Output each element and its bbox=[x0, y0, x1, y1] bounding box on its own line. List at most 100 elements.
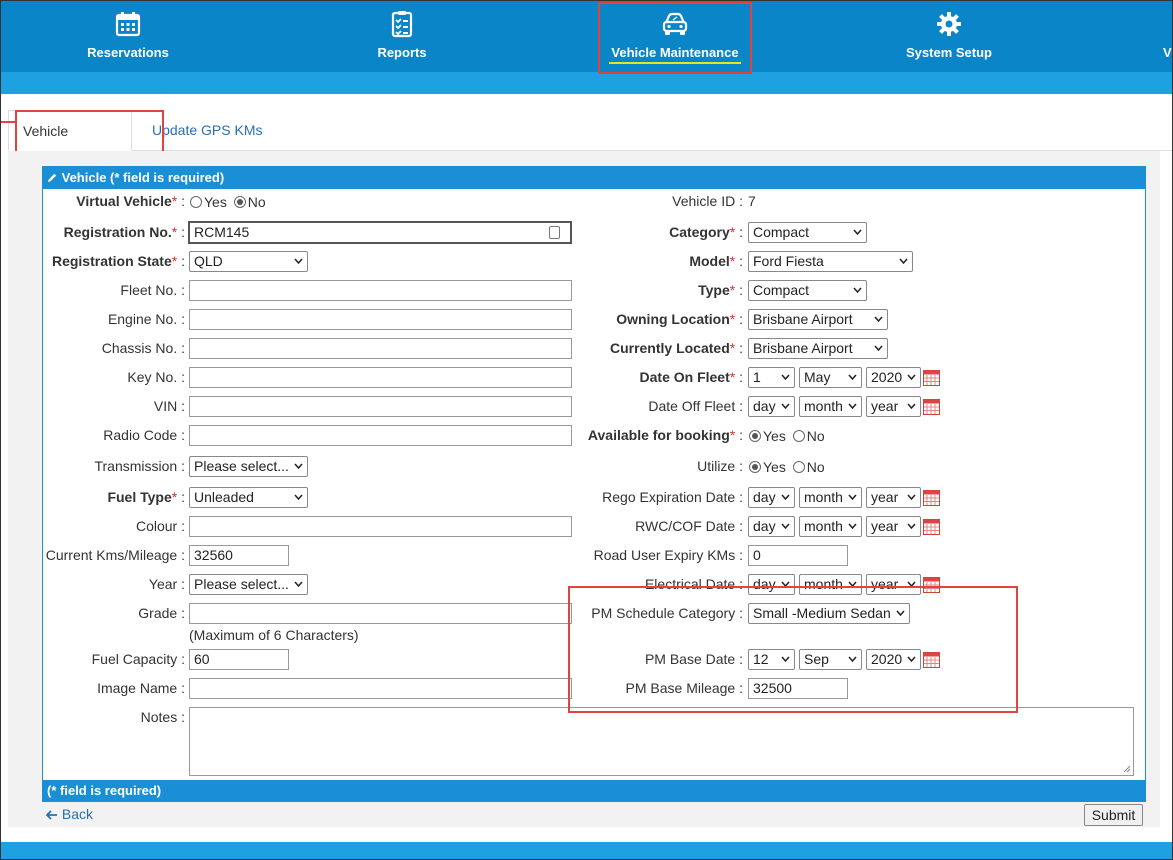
rwc-year-value: year bbox=[871, 518, 899, 534]
chassis-no-label: Chassis No. : bbox=[101, 340, 185, 356]
model-select[interactable]: Ford Fiesta bbox=[748, 251, 913, 272]
submit-button[interactable]: Submit bbox=[1084, 804, 1143, 826]
chevron-down-icon bbox=[899, 258, 908, 264]
virtual-vehicle-label: Virtual Vehicle* : bbox=[76, 193, 185, 209]
rego-day-select[interactable]: day bbox=[748, 487, 795, 508]
resize-grip-icon[interactable] bbox=[1123, 765, 1131, 773]
utilize-yes-radio[interactable] bbox=[749, 461, 761, 473]
highlight-box-nav bbox=[598, 2, 752, 74]
image-name-input[interactable] bbox=[189, 678, 572, 699]
owning-location-value: Brisbane Airport bbox=[753, 311, 853, 327]
rego-day-value: day bbox=[753, 489, 776, 505]
current-kms-input[interactable]: 32560 bbox=[189, 545, 289, 566]
chassis-no-input[interactable] bbox=[189, 338, 572, 359]
rwc-year-select[interactable]: year bbox=[866, 516, 921, 537]
fleet-no-input[interactable] bbox=[189, 280, 572, 301]
fuel-capacity-input[interactable]: 60 bbox=[189, 649, 289, 670]
available-yes-radio[interactable] bbox=[749, 430, 761, 442]
date-off-fleet-year-select[interactable]: year bbox=[866, 396, 921, 417]
chevron-down-icon bbox=[848, 403, 857, 409]
utilize-yes-label: Yes bbox=[763, 459, 786, 475]
back-link[interactable]: Back bbox=[45, 806, 94, 822]
colour-label: Colour : bbox=[135, 518, 185, 534]
available-no-radio[interactable] bbox=[792, 430, 805, 442]
year-select[interactable]: Please select... bbox=[189, 574, 308, 595]
panel-header: Vehicle (* field is required) bbox=[43, 167, 1145, 189]
virtual-vehicle-no-label: No bbox=[247, 194, 266, 210]
chevron-down-icon bbox=[907, 523, 916, 529]
date-off-fleet-month-select[interactable]: month bbox=[799, 396, 862, 417]
nav-reports[interactable]: Reports bbox=[350, 0, 454, 72]
date-off-fleet-day-value: day bbox=[753, 398, 776, 414]
utilize-no-radio[interactable] bbox=[792, 461, 805, 473]
date-on-fleet-year-select[interactable]: 2020 bbox=[866, 367, 921, 388]
year-value: Please select... bbox=[194, 576, 289, 592]
chevron-down-icon bbox=[853, 229, 862, 235]
chevron-down-icon bbox=[848, 374, 857, 380]
calendar-picker-icon[interactable] bbox=[923, 519, 940, 535]
virtual-vehicle-yes-radio[interactable] bbox=[190, 196, 202, 208]
category-select[interactable]: Compact bbox=[748, 222, 867, 243]
chevron-down-icon bbox=[294, 494, 303, 500]
radio-code-label: Radio Code : bbox=[103, 427, 185, 443]
transmission-label: Transmission : bbox=[94, 458, 185, 474]
virtual-vehicle-radio-group: Yes No bbox=[187, 194, 266, 210]
chevron-down-icon bbox=[781, 494, 790, 500]
radio-code-input[interactable] bbox=[189, 425, 572, 446]
arrow-left-icon bbox=[45, 810, 57, 820]
registration-no-value: RCM145 bbox=[194, 224, 250, 240]
colour-input[interactable] bbox=[189, 516, 572, 537]
owning-location-select[interactable]: Brisbane Airport bbox=[748, 309, 888, 330]
chevron-down-icon bbox=[294, 581, 303, 587]
vehicle-id-label: Vehicle ID : bbox=[672, 193, 743, 209]
gear-icon bbox=[937, 12, 961, 36]
transmission-select[interactable]: Please select... bbox=[189, 456, 308, 477]
nav-cutoff-item[interactable]: V bbox=[1163, 45, 1172, 60]
calendar-picker-icon[interactable] bbox=[923, 399, 940, 415]
registration-no-input[interactable]: RCM145 bbox=[188, 221, 572, 244]
date-on-fleet-year-value: 2020 bbox=[871, 369, 903, 385]
rwc-month-value: month bbox=[804, 518, 843, 534]
chevron-down-icon bbox=[874, 345, 883, 351]
fuel-type-value: Unleaded bbox=[194, 489, 254, 505]
calendar-picker-icon[interactable] bbox=[923, 370, 940, 386]
date-on-fleet-label: Date On Fleet* : bbox=[639, 369, 743, 385]
currently-located-select[interactable]: Brisbane Airport bbox=[748, 338, 888, 359]
category-value: Compact bbox=[753, 224, 810, 240]
engine-no-input[interactable] bbox=[189, 309, 572, 330]
back-label: Back bbox=[61, 806, 94, 822]
date-on-fleet-month-select[interactable]: May bbox=[799, 367, 862, 388]
bottom-bar bbox=[0, 842, 1173, 860]
type-label: Type* : bbox=[698, 282, 743, 298]
nav-reservations[interactable]: Reservations bbox=[60, 0, 196, 72]
chevron-down-icon bbox=[781, 374, 790, 380]
fuel-type-select[interactable]: Unleaded bbox=[189, 487, 308, 508]
chevron-down-icon bbox=[853, 287, 862, 293]
key-no-label: Key No. : bbox=[127, 369, 185, 385]
rwc-day-select[interactable]: day bbox=[748, 516, 795, 537]
type-value: Compact bbox=[753, 282, 810, 298]
registration-state-select[interactable]: QLD bbox=[189, 251, 308, 272]
vin-input[interactable] bbox=[189, 396, 572, 417]
rego-month-select[interactable]: month bbox=[799, 487, 862, 508]
notes-label: Notes : bbox=[140, 709, 185, 725]
notes-textarea[interactable] bbox=[189, 707, 1134, 776]
key-no-input[interactable] bbox=[189, 367, 572, 388]
calendar-picker-icon[interactable] bbox=[923, 490, 940, 506]
road-user-expiry-input[interactable]: 0 bbox=[748, 545, 848, 566]
virtual-vehicle-no-radio[interactable] bbox=[233, 196, 246, 208]
rego-year-select[interactable]: year bbox=[866, 487, 921, 508]
grade-input[interactable] bbox=[189, 603, 572, 624]
image-name-label: Image Name : bbox=[97, 680, 185, 696]
nav-system-setup[interactable]: System Setup bbox=[890, 0, 1008, 72]
date-off-fleet-day-select[interactable]: day bbox=[748, 396, 795, 417]
chevron-down-icon bbox=[907, 403, 916, 409]
transmission-value: Please select... bbox=[194, 458, 289, 474]
chevron-down-icon bbox=[907, 494, 916, 500]
rwc-month-select[interactable]: month bbox=[799, 516, 862, 537]
date-on-fleet-day-select[interactable]: 1 bbox=[748, 367, 795, 388]
date-on-fleet-day-value: 1 bbox=[753, 369, 761, 385]
type-select[interactable]: Compact bbox=[748, 280, 867, 301]
chevron-down-icon bbox=[848, 523, 857, 529]
fuel-capacity-label: Fuel Capacity : bbox=[91, 651, 185, 667]
